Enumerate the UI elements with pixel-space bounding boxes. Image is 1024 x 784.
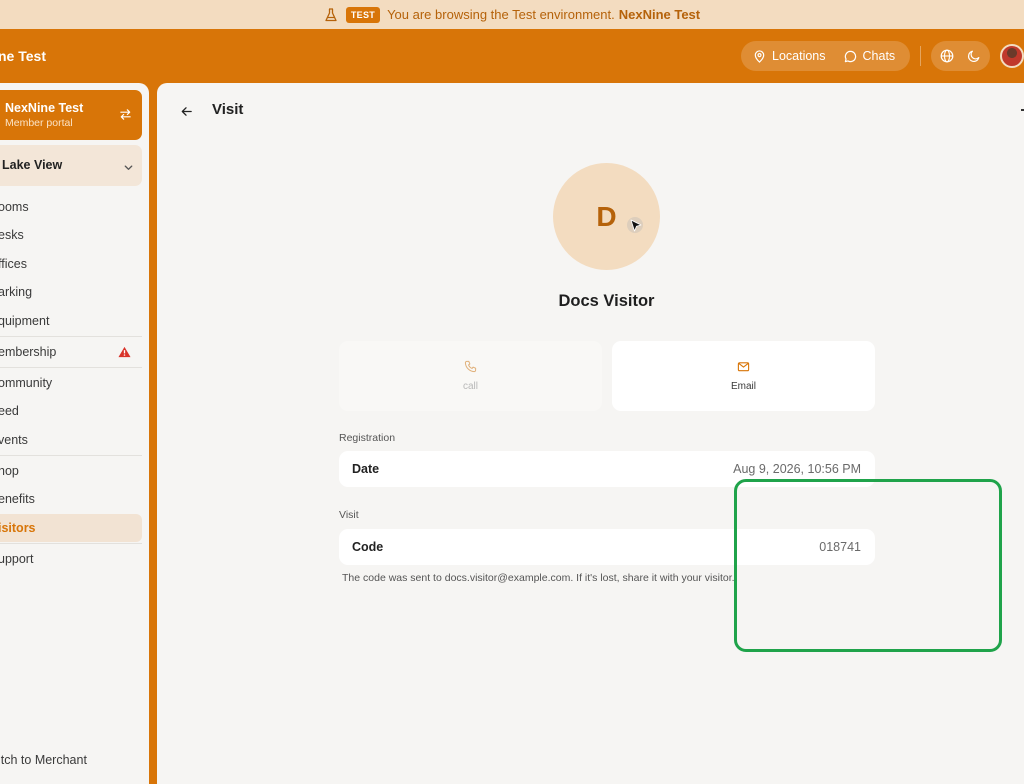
language-button[interactable] <box>939 48 955 64</box>
call-button[interactable]: call <box>339 341 602 411</box>
toolbar-divider <box>920 46 921 66</box>
sidebar-item-community[interactable]: ommunity <box>0 370 142 396</box>
registration-section-label: Registration <box>339 432 396 444</box>
visit-section-label: Visit <box>339 509 359 521</box>
visitor-name: Docs Visitor <box>558 292 655 310</box>
call-label: call <box>462 381 478 392</box>
banner-org: NexNine Test <box>618 7 701 22</box>
sidebar-item-label: esks <box>0 228 24 242</box>
chats-button[interactable]: Chats <box>844 49 896 63</box>
sidebar-item-label: ffices <box>0 257 27 271</box>
banner-message: You are browsing the Test environment. <box>387 7 615 22</box>
moon-icon <box>968 50 980 62</box>
theme-toggle-button[interactable] <box>966 48 982 64</box>
sidebar-item-shop[interactable]: hop <box>0 458 142 484</box>
sidebar-item-parking[interactable]: arking <box>0 279 142 305</box>
switch-to-merchant-link[interactable]: itch to Merchant <box>0 753 87 767</box>
sidebar-item-offices[interactable]: ffices <box>0 251 142 277</box>
sidebar-item-support[interactable]: upport <box>0 546 142 572</box>
sidebar-item-label: embership <box>0 345 57 359</box>
phone-icon <box>464 360 477 373</box>
swap-arrows-icon <box>119 108 132 126</box>
globe-icon <box>940 49 954 63</box>
user-avatar[interactable] <box>1000 44 1024 68</box>
sidebar-item-benefits[interactable]: enefits <box>0 486 142 512</box>
sidebar-item-label: eed <box>0 404 19 418</box>
row-value: 018741 <box>819 540 861 554</box>
avatar-initial: D <box>596 200 617 232</box>
sidebar-item-label: ommunity <box>0 376 53 390</box>
sidebar-item-membership[interactable]: embership <box>0 339 142 365</box>
locations-button[interactable]: Locations <box>753 49 826 63</box>
sidebar-item-events[interactable]: vents <box>0 427 142 453</box>
sidebar-item-equipment[interactable]: quipment <box>0 308 142 334</box>
row-value: Aug 9, 2026, 10:56 PM <box>733 462 861 476</box>
locations-label: Locations <box>772 49 826 63</box>
top-nav: Locations Chats <box>741 41 910 71</box>
sidebar-item-label: isitors <box>0 521 36 535</box>
toolbar-tools <box>931 41 990 71</box>
sidebar-item-label: vents <box>0 433 28 447</box>
arrow-left-icon <box>181 106 192 116</box>
test-badge: TEST <box>345 6 381 23</box>
sidebar-divider <box>0 367 142 368</box>
location-select[interactable]: Lake View <box>0 145 142 186</box>
sidebar-item-rooms[interactable]: ooms <box>0 194 142 220</box>
email-button[interactable]: Email <box>612 341 875 411</box>
code-hint: The code was sent to docs.visitor@exampl… <box>342 572 735 584</box>
flask-icon <box>324 7 338 22</box>
sidebar-item-visitors[interactable]: isitors <box>0 514 142 542</box>
email-label: Email <box>730 381 756 392</box>
map-pin-icon <box>754 49 765 63</box>
top-bar: ne Test Locations Chats <box>0 29 1024 83</box>
sidebar-item-label: arking <box>0 285 33 299</box>
sidebar-divider <box>0 543 142 544</box>
org-subtitle: Member portal <box>5 117 73 129</box>
app-title: ne Test <box>0 48 46 64</box>
registration-date-row: Date Aug 9, 2026, 10:56 PM <box>339 451 875 487</box>
chat-bubble-icon <box>844 50 856 62</box>
location-label: Lake View <box>2 158 63 172</box>
sidebar-item-desks[interactable]: esks <box>0 222 142 248</box>
sidebar-item-label: enefits <box>0 492 35 506</box>
sidebar-divider <box>0 336 142 337</box>
row-key: Code <box>352 540 384 554</box>
mail-icon <box>737 362 750 372</box>
back-button[interactable] <box>177 102 195 120</box>
sidebar-item-label: upport <box>0 552 34 566</box>
main-panel: Visit D Docs Visitor call Email Registra… <box>157 83 1024 784</box>
chevron-down-icon <box>123 160 134 178</box>
sidebar-item-label: ooms <box>0 200 29 214</box>
org-switcher[interactable]: NexNine Test Member portal <box>0 90 142 140</box>
sidebar-item-label: quipment <box>0 314 50 328</box>
warning-icon <box>118 346 131 361</box>
page-title: Visit <box>212 101 244 118</box>
mouse-cursor-icon <box>627 217 643 233</box>
sidebar-divider <box>0 455 142 456</box>
sidebar-item-feed[interactable]: eed <box>0 398 142 424</box>
chats-label: Chats <box>862 49 896 63</box>
org-name: NexNine Test <box>5 101 84 115</box>
test-environment-banner: TEST You are browsing the Test environme… <box>0 0 1024 29</box>
row-key: Date <box>352 462 380 476</box>
visit-code-row: Code 018741 <box>339 529 875 565</box>
sidebar: NexNine Test Member portal Lake View oom… <box>0 83 149 784</box>
sidebar-item-label: hop <box>0 464 19 478</box>
